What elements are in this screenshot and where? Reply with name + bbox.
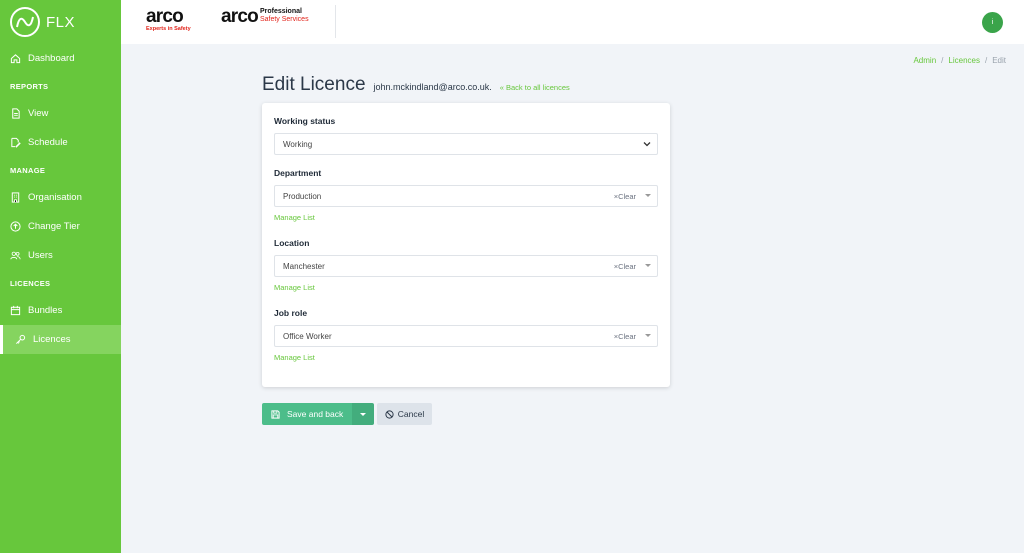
sidebar-item-licences[interactable]: Licences <box>0 325 121 354</box>
sidebar-item-label: Schedule <box>28 137 68 148</box>
top-header: arco Experts in Safety arco Professional… <box>121 0 1024 44</box>
cancel-button[interactable]: Cancel <box>377 403 432 425</box>
save-options-dropdown-button[interactable] <box>352 403 374 425</box>
sidebar-item-schedule[interactable]: Schedule <box>0 128 121 157</box>
ban-icon <box>385 409 394 419</box>
breadcrumb: Admin / Licences / Edit <box>913 56 1006 65</box>
user-avatar[interactable]: i <box>982 12 1003 33</box>
working-status-select[interactable]: Working <box>274 133 658 155</box>
sidebar-item-organisation[interactable]: Organisation <box>0 183 121 212</box>
brand-name: FLX <box>46 13 76 31</box>
sidebar-item-label: View <box>28 108 49 119</box>
users-icon <box>10 250 21 261</box>
sidebar-item-label: Organisation <box>28 192 82 203</box>
sidebar: FLX Dashboard REPORTS View Schedule MANA… <box>0 0 121 553</box>
sidebar-section-manage: MANAGE <box>10 165 46 175</box>
breadcrumb-admin[interactable]: Admin <box>913 56 936 65</box>
sidebar-item-bundles[interactable]: Bundles <box>0 296 121 325</box>
sidebar-item-label: Bundles <box>28 305 63 316</box>
caret-down-icon <box>360 412 366 416</box>
document-icon <box>10 108 21 119</box>
calendar-icon <box>10 305 21 316</box>
building-icon <box>10 192 21 203</box>
sidebar-item-label: Users <box>28 250 53 261</box>
sidebar-section-licences: LICENCES <box>10 278 51 288</box>
floppy-disk-icon <box>271 409 280 419</box>
breadcrumb-current: Edit <box>992 56 1006 65</box>
caret-down-icon[interactable] <box>645 334 651 337</box>
flx-logo-icon <box>10 7 40 37</box>
sidebar-item-users[interactable]: Users <box>0 241 121 270</box>
arco-logo[interactable]: arco Experts in Safety <box>146 7 191 32</box>
breadcrumb-separator: / <box>984 56 988 65</box>
department-clear-button[interactable]: ×Clear <box>614 192 636 201</box>
licence-email: john.mckindland@arco.co.uk. <box>373 82 492 92</box>
tier-icon <box>10 221 21 232</box>
location-manage-list-link[interactable]: Manage List <box>274 283 315 292</box>
breadcrumb-separator: / <box>941 56 944 65</box>
job-role-clear-button[interactable]: ×Clear <box>614 332 636 341</box>
arco-pss-logo[interactable]: arco Professional Safety Services <box>221 7 309 26</box>
page-title: Edit Licence <box>262 74 366 95</box>
sidebar-item-change-tier[interactable]: Change Tier <box>0 212 121 241</box>
job-role-label: Job role <box>274 308 308 318</box>
department-manage-list-link[interactable]: Manage List <box>274 213 315 222</box>
home-icon <box>10 53 21 64</box>
brand[interactable]: FLX <box>0 0 121 44</box>
sidebar-item-label: Dashboard <box>28 53 75 64</box>
header-divider <box>335 5 336 38</box>
sidebar-item-label: Change Tier <box>28 221 80 232</box>
breadcrumb-licences[interactable]: Licences <box>948 56 980 65</box>
sidebar-item-label: Licences <box>33 334 71 345</box>
key-icon <box>15 334 26 345</box>
caret-down-icon[interactable] <box>645 264 651 267</box>
sidebar-item-dashboard[interactable]: Dashboard <box>0 44 121 73</box>
caret-down-icon[interactable] <box>645 194 651 197</box>
sidebar-item-view[interactable]: View <box>0 99 121 128</box>
job-role-select[interactable]: Office Worker ×Clear <box>274 325 658 347</box>
double-chevron-left-icon: « <box>499 83 504 92</box>
job-role-manage-list-link[interactable]: Manage List <box>274 353 315 362</box>
location-label: Location <box>274 238 310 248</box>
save-and-back-button[interactable]: Save and back <box>262 403 352 425</box>
back-to-licences-link[interactable]: « Back to all licences <box>500 83 570 92</box>
working-status-label: Working status <box>274 116 336 126</box>
schedule-icon <box>10 137 21 148</box>
edit-licence-card: Working status Working Department Produc… <box>262 103 670 387</box>
department-label: Department <box>274 168 322 178</box>
department-select[interactable]: Production ×Clear <box>274 185 658 207</box>
location-clear-button[interactable]: ×Clear <box>614 262 636 271</box>
chevron-down-icon <box>643 140 651 150</box>
sidebar-section-reports: REPORTS <box>10 81 49 91</box>
page-header: Edit Licence john.mckindland@arco.co.uk.… <box>262 74 570 96</box>
location-select[interactable]: Manchester ×Clear <box>274 255 658 277</box>
